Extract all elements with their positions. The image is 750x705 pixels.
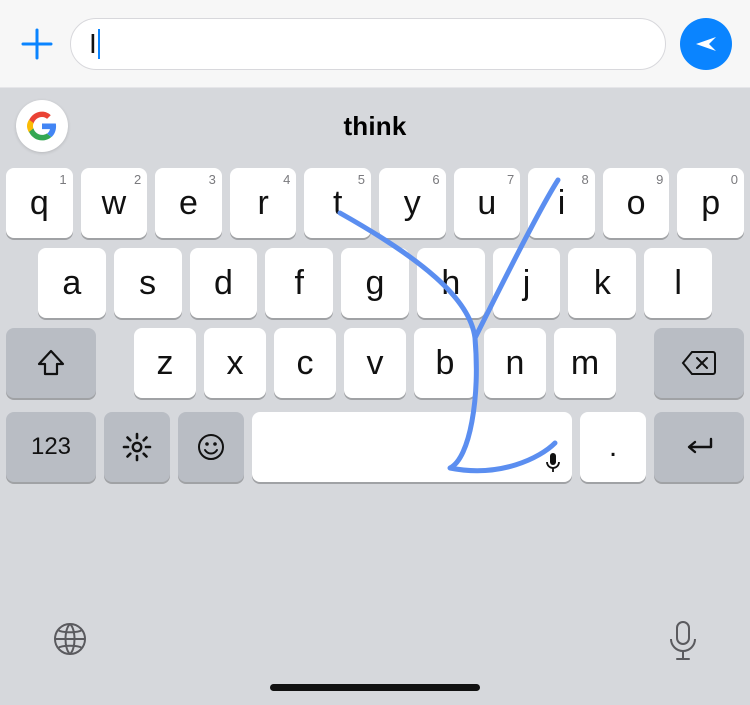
key-l[interactable]: l xyxy=(644,248,712,318)
key-v[interactable]: v xyxy=(344,328,406,398)
backspace-key[interactable] xyxy=(654,328,744,398)
globe-key[interactable] xyxy=(50,619,90,659)
key-r[interactable]: r4 xyxy=(230,168,297,238)
numbers-key[interactable]: 123 xyxy=(6,412,96,482)
key-e[interactable]: e3 xyxy=(155,168,222,238)
key-d[interactable]: d xyxy=(190,248,258,318)
text-cursor xyxy=(98,29,100,59)
key-q[interactable]: q1 xyxy=(6,168,73,238)
key-m[interactable]: m xyxy=(554,328,616,398)
globe-icon xyxy=(50,619,90,659)
bottom-bar xyxy=(0,595,750,705)
key-row-4: 123 . xyxy=(6,412,744,482)
google-g-icon xyxy=(27,111,57,141)
key-n[interactable]: n xyxy=(484,328,546,398)
settings-key[interactable] xyxy=(104,412,170,482)
space-key[interactable] xyxy=(252,412,572,482)
key-j[interactable]: j xyxy=(493,248,561,318)
emoji-icon xyxy=(196,432,226,462)
key-y[interactable]: y6 xyxy=(379,168,446,238)
key-c[interactable]: c xyxy=(274,328,336,398)
home-indicator[interactable] xyxy=(270,684,480,691)
key-row-1: q1w2e3r4t5y6u7i8o9p0 xyxy=(6,168,744,238)
keyboard: q1w2e3r4t5y6u7i8o9p0 asdfghjkl zxcvbnm 1… xyxy=(0,168,750,482)
emoji-key[interactable] xyxy=(178,412,244,482)
key-s[interactable]: s xyxy=(114,248,182,318)
shift-icon xyxy=(36,348,66,378)
key-z[interactable]: z xyxy=(134,328,196,398)
suggestion-row: think xyxy=(0,88,750,164)
backspace-icon xyxy=(681,349,717,377)
dictation-key[interactable] xyxy=(666,619,700,663)
key-i[interactable]: i8 xyxy=(528,168,595,238)
compose-text: I xyxy=(89,28,97,60)
return-icon xyxy=(681,435,717,459)
send-button[interactable] xyxy=(680,18,732,70)
gear-icon xyxy=(122,432,152,462)
key-h[interactable]: h xyxy=(417,248,485,318)
mic-icon xyxy=(544,452,562,474)
microphone-icon xyxy=(666,619,700,663)
period-key[interactable]: . xyxy=(580,412,646,482)
google-button[interactable] xyxy=(16,100,68,152)
key-t[interactable]: t5 xyxy=(304,168,371,238)
key-g[interactable]: g xyxy=(341,248,409,318)
key-u[interactable]: u7 xyxy=(454,168,521,238)
suggestion-word[interactable]: think xyxy=(343,111,406,142)
key-row-3: zxcvbnm xyxy=(6,328,744,398)
key-k[interactable]: k xyxy=(568,248,636,318)
key-b[interactable]: b xyxy=(414,328,476,398)
key-x[interactable]: x xyxy=(204,328,266,398)
key-a[interactable]: a xyxy=(38,248,106,318)
key-p[interactable]: p0 xyxy=(677,168,744,238)
key-w[interactable]: w2 xyxy=(81,168,148,238)
key-f[interactable]: f xyxy=(265,248,333,318)
key-o[interactable]: o9 xyxy=(603,168,670,238)
return-key[interactable] xyxy=(654,412,744,482)
compose-input[interactable]: I xyxy=(70,18,666,70)
message-bar: I xyxy=(0,0,750,88)
shift-key[interactable] xyxy=(6,328,96,398)
key-row-2: asdfghjkl xyxy=(6,248,744,318)
add-media-icon[interactable] xyxy=(18,25,56,63)
